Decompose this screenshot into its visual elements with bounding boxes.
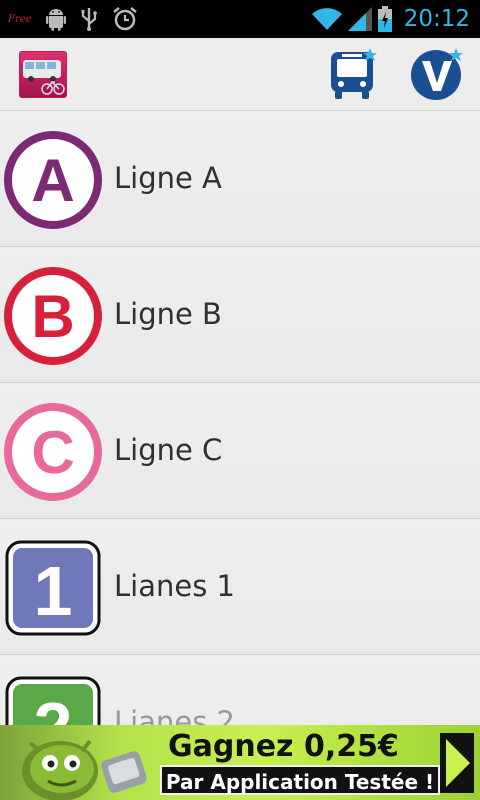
line-b-badge-letter: B <box>31 283 74 350</box>
lianes-2-badge-number: 2 <box>34 688 73 725</box>
list-item-ligne-a[interactable]: A Ligne A <box>0 111 480 247</box>
ad-subtitle: Par Application Testée ! <box>160 765 440 795</box>
lianes-1-badge-number: 1 <box>34 552 73 630</box>
list-item-label: Ligne C <box>114 433 223 467</box>
velo-favorites-icon[interactable] <box>408 47 466 101</box>
list-item-ligne-b[interactable]: B Ligne B <box>0 247 480 383</box>
list-item-label: Lianes 1 <box>114 569 235 603</box>
ad-title: Gagnez 0,25€ <box>168 729 399 764</box>
battery-charging-icon <box>377 6 392 32</box>
line-a-badge-icon: A <box>4 131 102 229</box>
line-c-badge-letter: C <box>31 419 74 486</box>
alarm-icon <box>112 6 138 32</box>
line-b-badge-icon: B <box>4 267 102 365</box>
line-c-badge-icon: C <box>4 403 102 501</box>
android-icon <box>45 7 66 31</box>
line-list: A Ligne A B Ligne B C Ligne C 1 Lianes 1… <box>0 111 480 725</box>
list-item-lianes-2[interactable]: 2 Lianes 2 <box>0 655 480 725</box>
play-arrow-icon <box>440 733 474 793</box>
line-a-badge-letter: A <box>31 147 74 214</box>
lianes-2-badge-icon: 2 <box>4 675 102 725</box>
status-bar: Free 20:12 <box>0 0 480 38</box>
android-robot-mascot-icon <box>0 725 160 800</box>
list-item-lianes-1[interactable]: 1 Lianes 1 <box>0 519 480 655</box>
signal-icon <box>347 7 372 31</box>
list-item-label: Ligne A <box>114 161 222 195</box>
carrier-label: Free <box>8 13 32 25</box>
bus-favorites-icon[interactable] <box>328 47 378 101</box>
action-bar <box>0 38 480 111</box>
app-logo-icon[interactable] <box>19 51 67 98</box>
list-item-label: Lianes 2 <box>114 705 235 725</box>
ad-amount: 0,25€ <box>303 729 399 764</box>
ad-title-prefix: Gagnez <box>168 729 304 764</box>
clock: 20:12 <box>403 6 470 32</box>
ad-banner[interactable]: Gagnez 0,25€ Par Application Testée ! <box>0 725 480 800</box>
list-item-ligne-c[interactable]: C Ligne C <box>0 383 480 519</box>
list-item-label: Ligne B <box>114 297 222 331</box>
usb-icon <box>80 7 98 31</box>
wifi-icon <box>311 7 342 31</box>
lianes-1-badge-icon: 1 <box>4 539 102 637</box>
